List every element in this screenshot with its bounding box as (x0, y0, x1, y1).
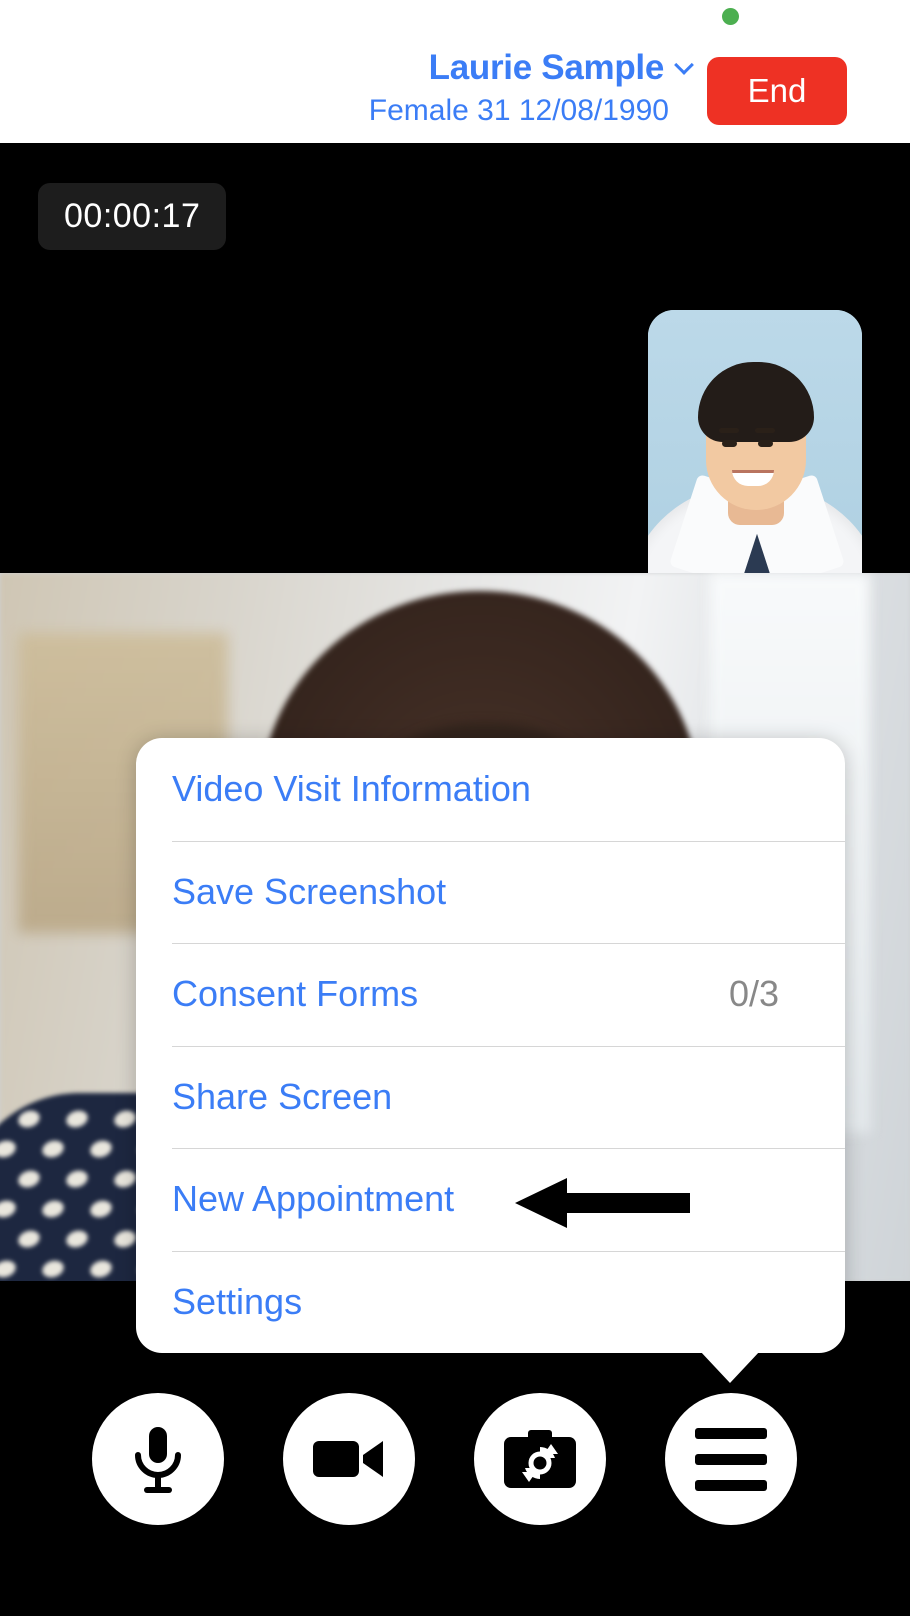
menu-item-settings[interactable]: Settings (136, 1250, 845, 1354)
patient-info-block[interactable]: Laurie Sample Female 31 12/08/1990 (0, 48, 694, 128)
end-call-button[interactable]: End (707, 57, 847, 125)
menu-item-label: Settings (172, 1280, 303, 1322)
menu-item-share-screen[interactable]: Share Screen (136, 1045, 845, 1149)
video-camera-icon (313, 1441, 383, 1477)
self-view-thumbnail[interactable] (648, 310, 862, 573)
hamburger-menu-icon (695, 1427, 767, 1491)
menu-item-consent-forms[interactable]: Consent Forms 0/3 (136, 943, 845, 1046)
patient-name: Laurie Sample (428, 48, 665, 87)
remote-video-feed: 00:00:17 (0, 143, 910, 573)
annotation-arrow-left-icon (515, 1178, 690, 1228)
menu-item-new-appointment[interactable]: New Appointment (136, 1148, 845, 1251)
connection-status-dot (722, 8, 739, 25)
menu-item-label: New Appointment (172, 1178, 455, 1220)
patient-demographics: Female 31 12/08/1990 (368, 94, 669, 127)
menu-item-video-visit-information[interactable]: Video Visit Information (136, 738, 845, 841)
call-timer: 00:00:17 (38, 183, 227, 250)
flip-camera-button[interactable] (474, 1393, 606, 1525)
microphone-icon (135, 1427, 181, 1493)
menu-item-label: Share Screen (172, 1075, 393, 1117)
app-header: Laurie Sample Female 31 12/08/1990 End (0, 0, 910, 143)
menu-button[interactable] (665, 1393, 797, 1525)
video-visit-screen: Laurie Sample Female 31 12/08/1990 End 0… (0, 0, 910, 1616)
menu-item-save-screenshot[interactable]: Save Screenshot (136, 840, 845, 944)
camera-button[interactable] (283, 1393, 415, 1525)
chevron-down-icon[interactable] (674, 56, 694, 76)
menu-item-label: Video Visit Information (172, 768, 531, 810)
microphone-button[interactable] (92, 1393, 224, 1525)
consent-forms-count-badge: 0/3 (728, 973, 779, 1015)
camera-flip-icon (504, 1430, 576, 1488)
menu-item-label: Consent Forms (172, 973, 419, 1015)
menu-item-label: Save Screenshot (172, 870, 447, 912)
menu-pointer-triangle (700, 1351, 760, 1383)
options-menu-panel: Video Visit Information Save Screenshot … (136, 738, 845, 1353)
